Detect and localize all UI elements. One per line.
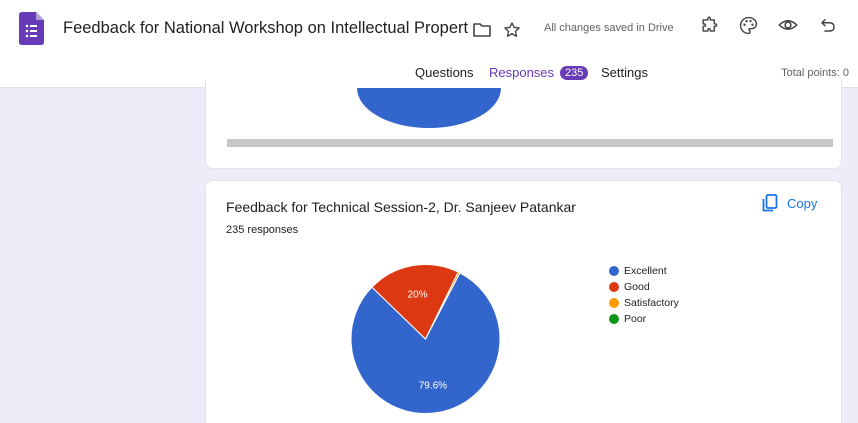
folder-icon[interactable] (472, 20, 492, 40)
legend-item-good: Good (609, 279, 679, 295)
tab-questions[interactable]: Questions (415, 65, 474, 80)
legend-swatch (609, 266, 619, 276)
app-header: Feedback for National Workshop on Intell… (0, 0, 858, 88)
legend-label: Good (624, 281, 650, 293)
legend-label: Excellent (624, 265, 667, 277)
form-title[interactable]: Feedback for National Workshop on Intell… (63, 19, 468, 38)
pie-label-good: 20% (408, 290, 428, 301)
legend-item-poor: Poor (609, 311, 679, 327)
chart-legend: Excellent Good Satisfactory Poor (609, 263, 679, 327)
previous-question-card (205, 80, 842, 169)
star-icon[interactable] (501, 19, 523, 41)
legend-item-excellent: Excellent (609, 263, 679, 279)
palette-icon[interactable] (737, 14, 759, 36)
legend-swatch (609, 298, 619, 308)
legend-swatch (609, 314, 619, 324)
tab-responses-label: Responses (489, 65, 555, 80)
previous-pie-slice (357, 88, 501, 128)
save-status: All changes saved in Drive (544, 22, 674, 34)
addon-icon[interactable] (698, 14, 720, 36)
pie-label-excellent: 79.6% (419, 381, 447, 392)
forms-icon[interactable] (19, 12, 44, 45)
preview-eye-icon[interactable] (777, 14, 799, 36)
tab-questions-label: Questions (415, 65, 474, 80)
undo-icon[interactable] (817, 14, 839, 36)
tab-settings[interactable]: Settings (601, 65, 648, 80)
responses-count-badge: 235 (560, 66, 589, 80)
legend-label: Satisfactory (624, 297, 679, 309)
question-summary-card: Feedback for Technical Session-2, Dr. Sa… (205, 180, 842, 423)
legend-swatch (609, 282, 619, 292)
legend-label: Poor (624, 313, 647, 325)
tab-responses[interactable]: Responses 235 (489, 65, 589, 80)
total-points: Total points: 0 (781, 67, 849, 79)
previous-pie-chart (357, 88, 501, 128)
horizontal-scrollbar[interactable] (227, 139, 833, 147)
pie-chart: 79.6% 20% (350, 264, 501, 414)
legend-item-satisfactory: Satisfactory (609, 295, 679, 311)
tab-settings-label: Settings (601, 65, 648, 80)
